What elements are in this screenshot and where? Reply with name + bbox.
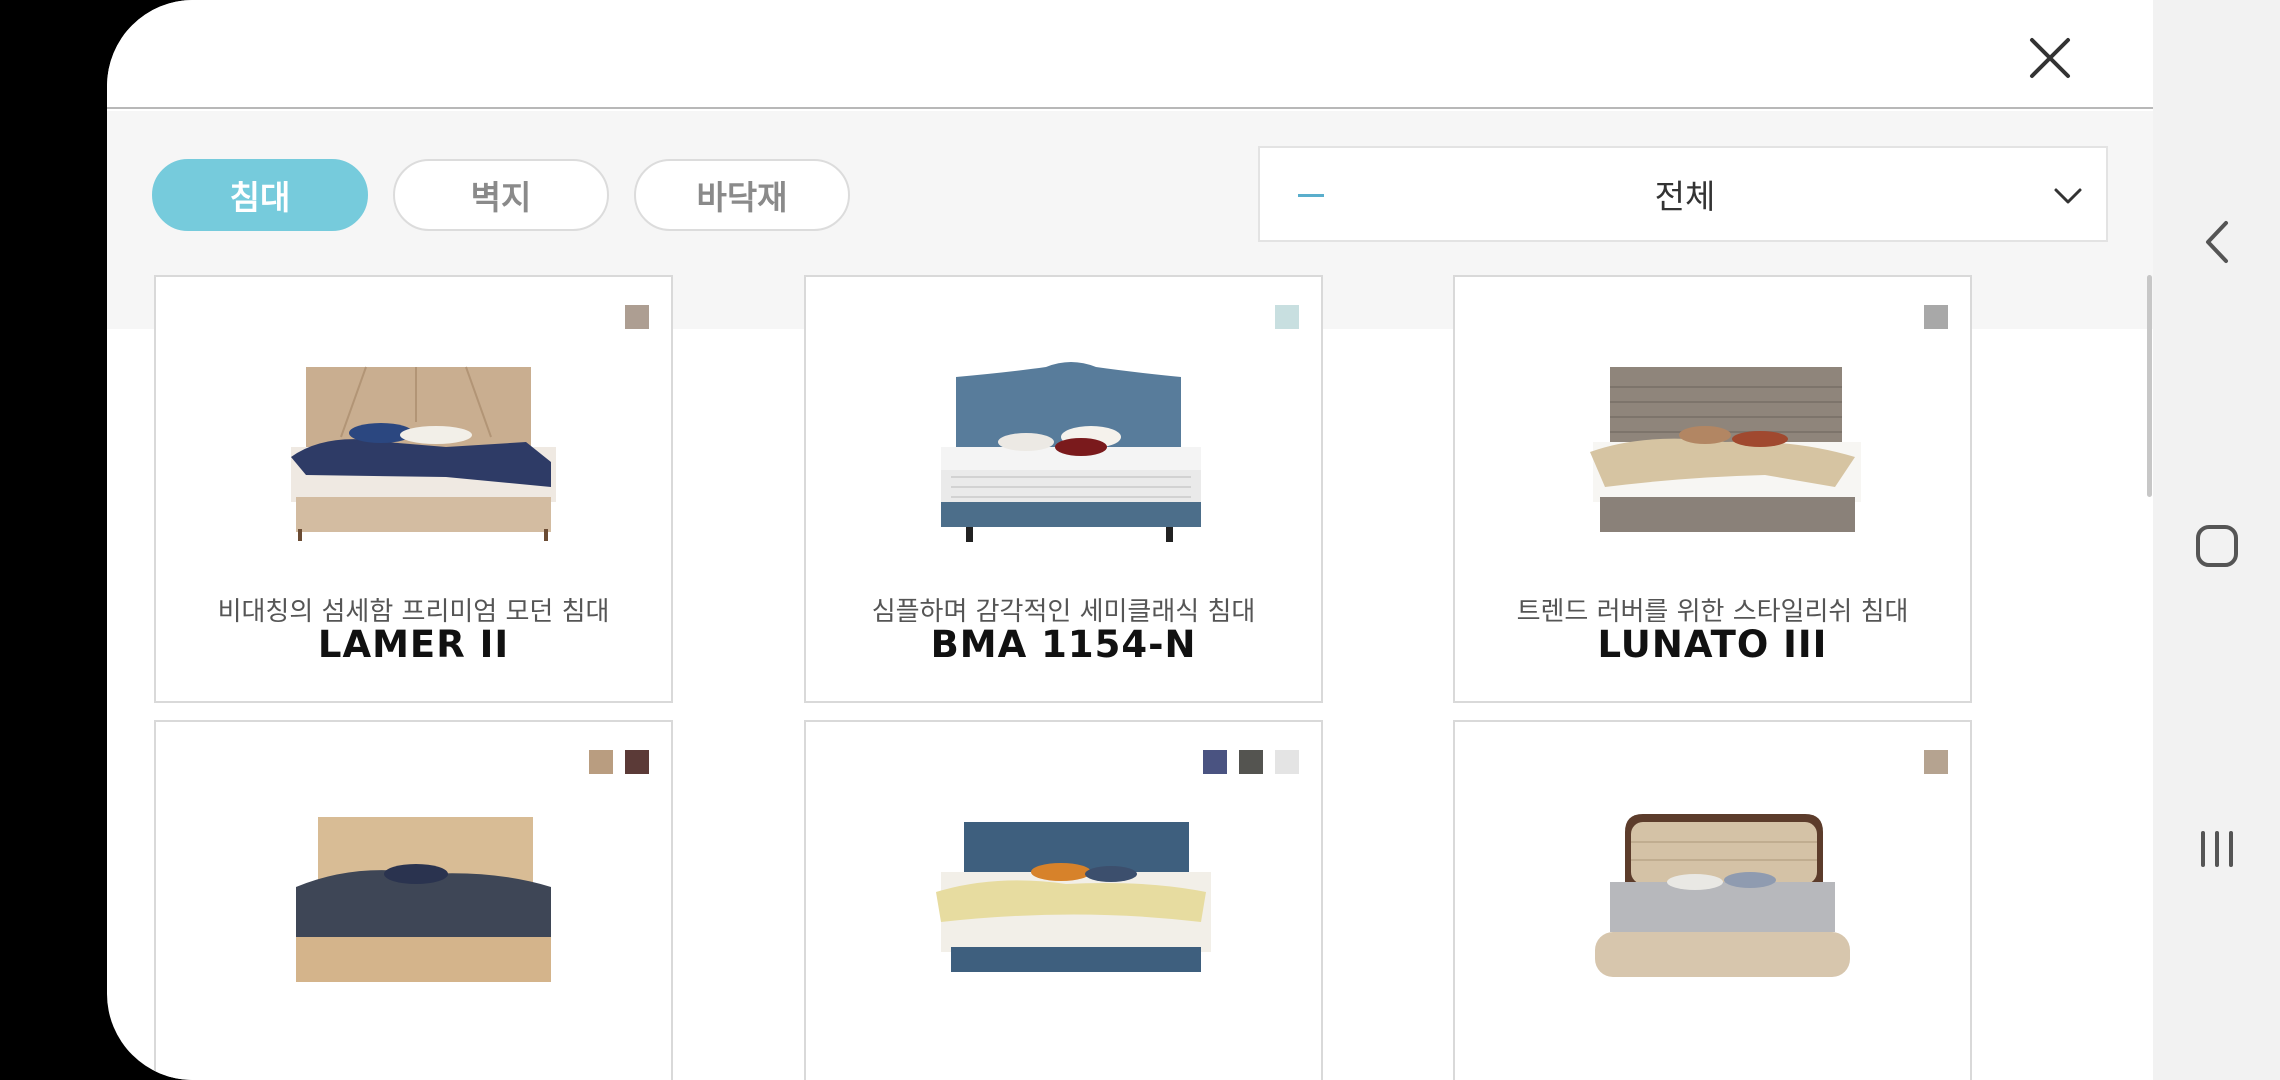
- product-name: LUNATO III: [1597, 623, 1828, 666]
- color-swatch: [625, 750, 649, 774]
- color-swatch: [1239, 750, 1263, 774]
- color-swatches: [1275, 305, 1299, 329]
- product-sheet: 침대 벽지 바닥재 전체 비대칭의 섬세함 프리미엄 모던 침대 LAMER I…: [107, 0, 2153, 1080]
- product-card[interactable]: 트렌드 러버를 위한 스타일리쉬 침대 LUNATO III: [1453, 275, 1972, 703]
- color-swatches: [1924, 305, 1948, 329]
- recents-button[interactable]: [2153, 794, 2280, 904]
- recents-icon: [2200, 831, 2233, 867]
- color-swatches: [1203, 750, 1299, 774]
- product-grid: 비대칭의 섬세함 프리미엄 모던 침대 LAMER II 심플하며 감각적인 세…: [107, 0, 2153, 1080]
- product-card[interactable]: 심플하며 감각적인 세미클래식 침대 BMA 1154-N: [804, 275, 1323, 703]
- screen: 침대 벽지 바닥재 전체 비대칭의 섬세함 프리미엄 모던 침대 LAMER I…: [0, 0, 2280, 1080]
- bed-image: [291, 366, 556, 541]
- color-swatch: [625, 305, 649, 329]
- product-card[interactable]: 비대칭의 섬세함 프리미엄 모던 침대 LAMER II: [154, 275, 673, 703]
- system-nav-bar: [2153, 0, 2280, 1080]
- bed-image: [1595, 814, 1850, 977]
- product-name: LAMER II: [317, 623, 510, 666]
- bed-image: [1590, 367, 1861, 532]
- color-swatch: [1203, 750, 1227, 774]
- scrollbar[interactable]: [2147, 275, 2152, 497]
- back-icon: [2205, 221, 2228, 263]
- bed-image: [296, 817, 551, 982]
- home-icon: [2195, 525, 2238, 567]
- color-swatch: [1275, 750, 1299, 774]
- product-name: BMA 1154-N: [930, 623, 1197, 666]
- color-swatch: [1924, 305, 1948, 329]
- color-swatch: [589, 750, 613, 774]
- color-swatches: [589, 750, 649, 774]
- product-card[interactable]: [1453, 720, 1972, 1080]
- color-swatch: [1924, 750, 1948, 774]
- product-card[interactable]: [804, 720, 1323, 1080]
- color-swatches: [1924, 750, 1948, 774]
- bed-image: [936, 822, 1211, 972]
- back-button[interactable]: [2153, 187, 2280, 297]
- bed-image: [941, 362, 1201, 542]
- product-card[interactable]: [154, 720, 673, 1080]
- home-button[interactable]: [2153, 491, 2280, 601]
- color-swatches: [625, 305, 649, 329]
- color-swatch: [1275, 305, 1299, 329]
